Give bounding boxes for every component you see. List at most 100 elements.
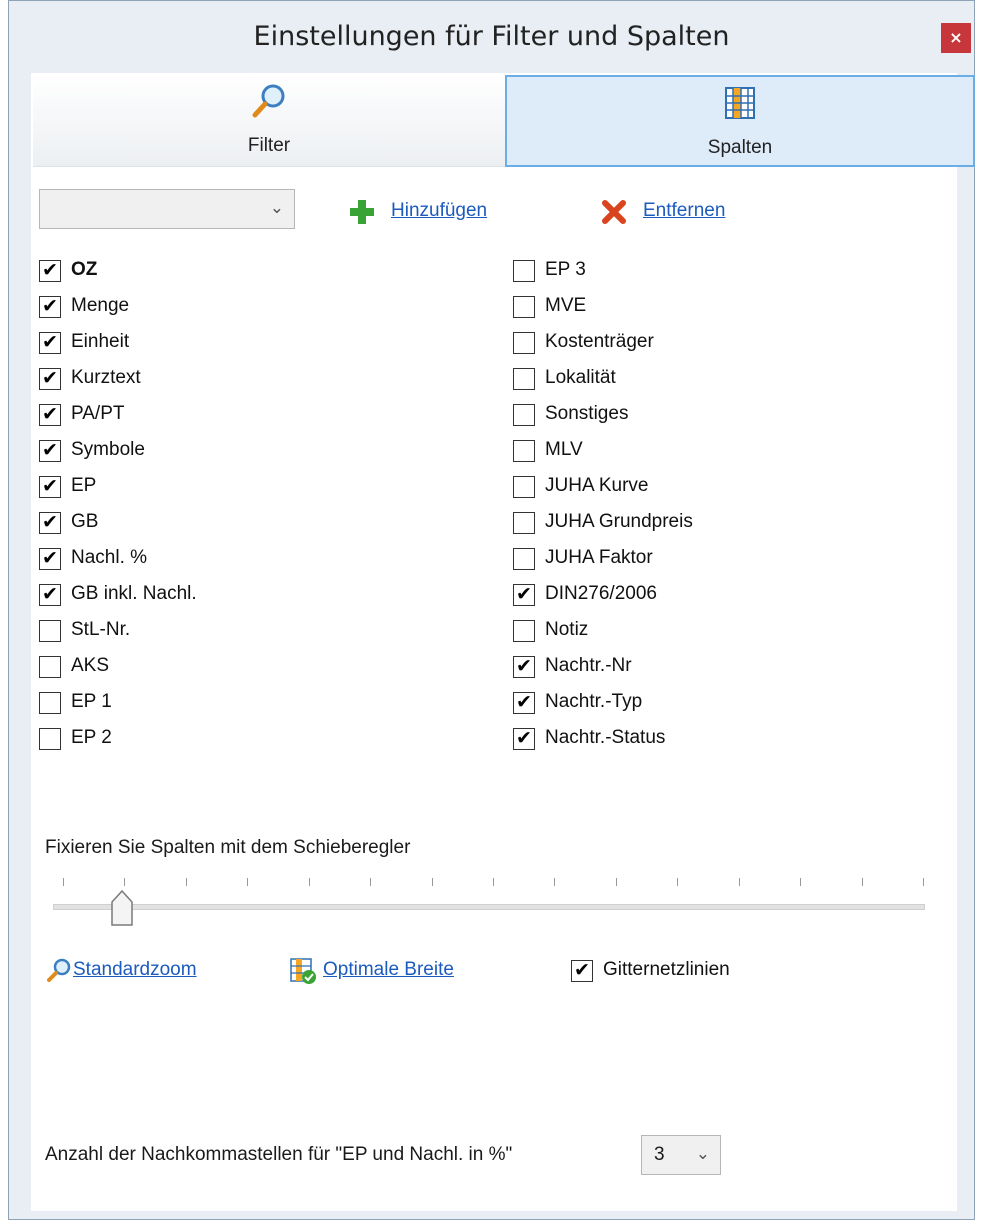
slider-tick <box>185 878 187 886</box>
slider-thumb[interactable] <box>111 890 133 926</box>
column-checkbox[interactable] <box>513 332 535 354</box>
tab-filter[interactable]: Filter <box>33 75 505 167</box>
decimals-select[interactable]: 3 ⌄ <box>641 1135 721 1175</box>
column-option-label: Kostenträger <box>545 331 654 352</box>
column-checkbox[interactable] <box>39 620 61 642</box>
column-checkbox[interactable] <box>513 296 535 318</box>
chevron-down-icon: ⌄ <box>695 1144 710 1163</box>
slider-tick <box>63 878 64 886</box>
column-checkbox[interactable]: ✔ <box>39 404 61 426</box>
title-bar: Einstellungen für Filter und Spalten × <box>9 1 974 73</box>
decimals-value: 3 <box>654 1144 665 1165</box>
column-option-label: Kurztext <box>71 367 141 388</box>
column-checkbox[interactable]: ✔ <box>513 584 535 606</box>
plus-icon <box>350 200 374 224</box>
column-option-label: PA/PT <box>71 403 125 424</box>
column-option-label: AKS <box>71 655 110 676</box>
columns-icon <box>725 87 755 119</box>
gridlines-checkbox[interactable]: ✔ <box>571 960 593 982</box>
slider-tick <box>923 878 924 886</box>
chevron-down-icon: ⌄ <box>269 198 284 217</box>
column-option-label: Lokalität <box>545 367 616 388</box>
slider-tick <box>554 878 556 886</box>
column-checkbox[interactable] <box>39 728 61 750</box>
slider-ticks <box>63 878 924 888</box>
column-checkbox[interactable]: ✔ <box>513 656 535 678</box>
slider-tick <box>738 878 740 886</box>
column-option-label: Notiz <box>545 619 589 640</box>
column-option-label: Symbole <box>71 439 145 460</box>
column-checkbox[interactable] <box>39 692 61 714</box>
column-checkbox[interactable] <box>513 368 535 390</box>
add-link[interactable]: Hinzufügen <box>391 200 487 222</box>
tab-filter-label: Filter <box>247 135 291 156</box>
column-checkbox[interactable]: ✔ <box>39 512 61 534</box>
column-option-label: Nachtr.-Nr <box>545 655 632 676</box>
column-checkbox[interactable] <box>513 440 535 462</box>
column-checkbox[interactable]: ✔ <box>39 584 61 606</box>
column-option-label: JUHA Kurve <box>545 475 649 496</box>
column-checkbox[interactable]: ✔ <box>39 440 61 462</box>
column-option-label: Einheit <box>71 331 130 352</box>
zoom-icon <box>47 958 71 982</box>
column-checkbox[interactable] <box>513 512 535 534</box>
remove-x-icon <box>602 200 626 224</box>
column-checkbox[interactable]: ✔ <box>513 728 535 750</box>
column-checkbox[interactable] <box>513 260 535 282</box>
column-option-label: Menge <box>71 295 130 316</box>
column-option-label: GB <box>71 511 99 532</box>
decimals-label: Anzahl der Nachkommastellen für "EP und … <box>45 1144 513 1165</box>
dialog-title: Einstellungen für Filter und Spalten <box>253 21 730 52</box>
magnifier-icon <box>252 84 285 118</box>
column-option-label: JUHA Grundpreis <box>545 511 693 532</box>
column-option-label: Nachtr.-Status <box>545 727 666 748</box>
column-checkbox[interactable]: ✔ <box>39 332 61 354</box>
slider-tick <box>370 878 372 886</box>
column-checkbox[interactable]: ✔ <box>39 296 61 318</box>
optimal-width-icon <box>290 958 316 984</box>
settings-dialog: Einstellungen für Filter und Spalten × F… <box>8 0 975 1220</box>
column-option-label: MLV <box>545 439 583 460</box>
column-checkbox[interactable]: ✔ <box>513 692 535 714</box>
slider-tick <box>124 878 126 886</box>
column-option-label: EP 1 <box>71 691 112 712</box>
column-select[interactable]: ⌄ <box>39 189 295 229</box>
column-option-label: StL-Nr. <box>71 619 131 640</box>
column-checkbox[interactable] <box>513 548 535 570</box>
slider-track[interactable] <box>53 904 925 910</box>
optimal-width-link[interactable]: Optimale Breite <box>323 959 454 981</box>
remove-link[interactable]: Entfernen <box>643 200 725 222</box>
slider-tick <box>493 878 494 886</box>
slider-tick <box>861 878 863 886</box>
standardzoom-link[interactable]: Standardzoom <box>73 959 197 981</box>
column-checkbox[interactable] <box>39 656 61 678</box>
slider-label: Fixieren Sie Spalten mit dem Schieberegl… <box>45 837 411 858</box>
column-option-label: Nachl. % <box>71 547 148 568</box>
column-option-label: DIN276/2006 <box>545 583 657 604</box>
slider-tick <box>677 878 679 886</box>
column-checkbox[interactable] <box>513 476 535 498</box>
column-checkbox[interactable]: ✔ <box>39 476 61 498</box>
column-checkbox[interactable]: ✔ <box>39 368 61 390</box>
close-button[interactable]: × <box>941 23 971 53</box>
slider-tick <box>308 878 310 886</box>
column-option-label: OZ <box>71 259 98 280</box>
column-option-label: MVE <box>545 295 587 316</box>
column-option-label: GB inkl. Nachl. <box>71 583 197 604</box>
column-option-label: Sonstiges <box>545 403 629 424</box>
tab-spalten-label: Spalten <box>707 137 773 158</box>
column-option-label: Nachtr.-Typ <box>545 691 643 712</box>
column-checkbox[interactable]: ✔ <box>39 548 61 570</box>
slider-tick <box>615 878 617 886</box>
dialog-content: Filter Spalten ⌄ Hinzufügen Entfernen ✔ … <box>31 73 975 1211</box>
column-checkbox[interactable]: ✔ <box>39 260 61 282</box>
tab-spalten[interactable]: Spalten <box>505 75 975 167</box>
slider-tick <box>247 878 249 886</box>
column-option-label: EP 2 <box>71 727 112 748</box>
column-option-label: EP <box>71 475 97 496</box>
column-checkbox[interactable] <box>513 620 535 642</box>
gridlines-label: Gitternetzlinien <box>603 959 730 980</box>
column-checkbox[interactable] <box>513 404 535 426</box>
slider-tick <box>431 878 433 886</box>
column-option-label: EP 3 <box>545 259 586 280</box>
